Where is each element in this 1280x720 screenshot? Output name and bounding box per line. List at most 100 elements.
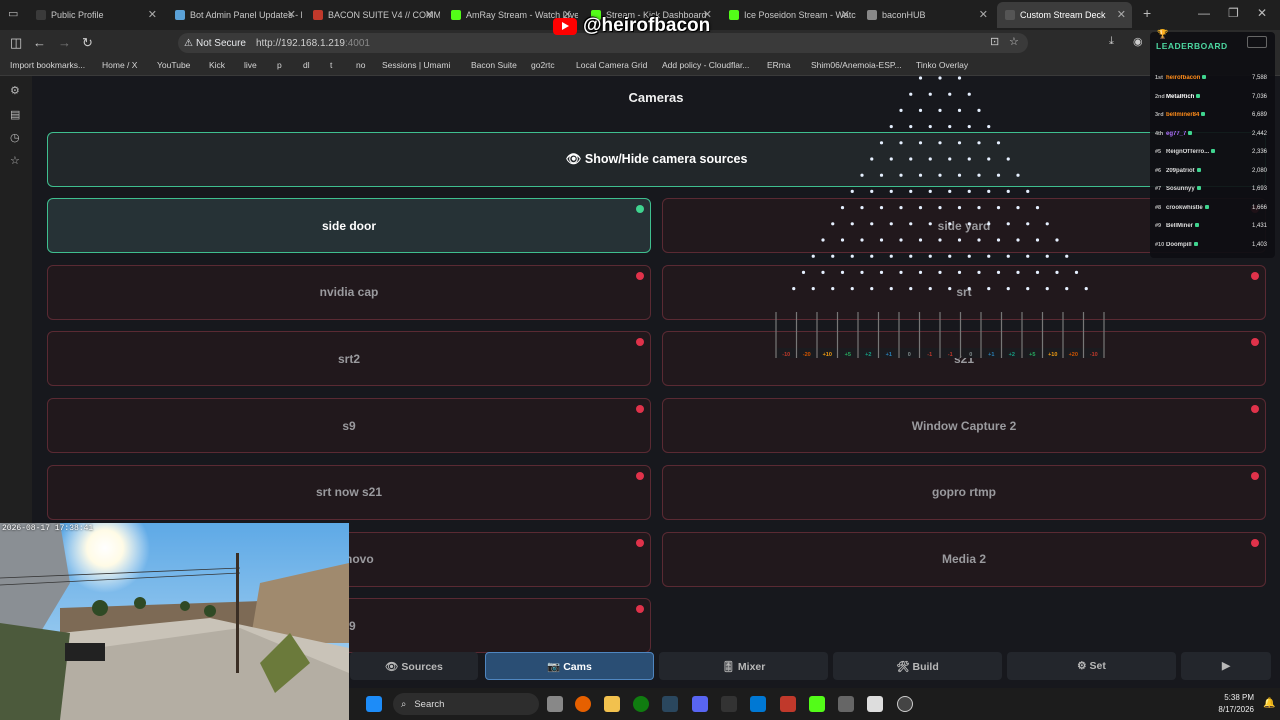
reading-list-icon[interactable]: ▤	[10, 108, 20, 121]
xbox-icon[interactable]	[633, 696, 649, 712]
bookmark-item[interactable]: live	[244, 60, 257, 70]
bookmark-item[interactable]: Bacon Suite	[471, 60, 517, 70]
taskbar-search[interactable]: ⌕ Search	[393, 693, 539, 715]
camera-source-button[interactable]: Window Capture 2	[662, 398, 1266, 454]
camera-source-button[interactable]: s9	[47, 398, 651, 454]
bookmark-item[interactable]: YouTube	[157, 60, 190, 70]
terminal-icon[interactable]	[721, 696, 737, 712]
plinko-peg	[889, 125, 893, 129]
app-icon[interactable]	[780, 696, 796, 712]
new-tab-button[interactable]: +	[1143, 5, 1151, 21]
reload-button[interactable]: ↻	[82, 35, 93, 51]
bookmark-item[interactable]: p	[277, 60, 282, 70]
plinko-peg	[909, 287, 913, 291]
tab-close-icon[interactable]: ✕	[841, 8, 850, 21]
plinko-peg	[918, 173, 923, 177]
browser-tab[interactable]: Custom Stream Deck ✕	[997, 2, 1132, 28]
back-button[interactable]: ←	[33, 35, 46, 50]
nav-tab[interactable]: ⚙ Set	[1007, 652, 1176, 680]
nav-tab[interactable]: ▶	[1181, 652, 1271, 680]
vscode-icon[interactable]	[750, 696, 766, 712]
bookmark-star-icon[interactable]: ☆	[1009, 35, 1019, 48]
discord-icon[interactable]	[692, 696, 708, 712]
notification-icon[interactable]: 🔔	[1263, 698, 1275, 709]
nav-tab[interactable]: 📷 Cams	[485, 652, 654, 680]
camera-label: s9	[342, 418, 356, 433]
close-window-button[interactable]: ✕	[1257, 6, 1267, 20]
settings-icon[interactable]: ⚙	[10, 84, 20, 97]
bookmark-item[interactable]: Import bookmarks...	[10, 60, 85, 70]
bookmark-item[interactable]: Local Camera Grid	[576, 60, 647, 70]
kick-icon[interactable]	[809, 696, 825, 712]
bookmark-item[interactable]: go2rtc	[531, 60, 555, 70]
install-app-icon[interactable]: ⊡	[990, 35, 999, 48]
restore-button[interactable]: ❐	[1228, 6, 1239, 20]
bookmark-item[interactable]: t	[330, 60, 332, 70]
browser-tab[interactable]: Ice Poseidon Stream - Watc ✕	[721, 2, 856, 28]
camera-source-button[interactable]: side door	[47, 198, 651, 253]
firefox-icon[interactable]	[575, 696, 591, 712]
leaderboard-name-text: Sosunnyy	[1166, 186, 1195, 192]
bookmark-item[interactable]: Kick	[209, 60, 225, 70]
sidebar-toggle-icon[interactable]: ◫	[10, 35, 22, 51]
tab-close-icon[interactable]: ✕	[148, 8, 157, 21]
favorites-icon[interactable]: ☆	[10, 154, 20, 167]
bookmark-item[interactable]: Add policy - Cloudflar...	[662, 60, 749, 70]
downloads-icon[interactable]: ⤓	[1109, 35, 1114, 48]
bookmark-item[interactable]: Tinko Overlay	[916, 60, 968, 70]
app-icon-2[interactable]	[838, 696, 854, 712]
camera-source-button[interactable]: srt now s21	[47, 464, 651, 520]
bookmark-item[interactable]: Sessions | Umami	[382, 60, 450, 70]
windows-start-icon[interactable]	[366, 696, 382, 712]
tab-close-icon[interactable]: ✕	[979, 8, 988, 21]
tab-close-icon[interactable]: ✕	[287, 8, 296, 21]
nav-tab[interactable]: 🎚 Mixer	[659, 652, 828, 680]
tab-favicon-icon	[313, 10, 323, 20]
plinko-peg	[831, 287, 835, 291]
browser-tab[interactable]: Public Profile ✕	[28, 2, 163, 28]
bookmark-item[interactable]: Home / X	[102, 60, 137, 70]
status-dot	[636, 338, 644, 347]
nav-tab[interactable]: 🛠 Build	[833, 652, 1002, 680]
camera-source-button[interactable]: Media 2	[662, 531, 1266, 587]
leaderboard-name: heirofbacon	[1166, 75, 1252, 81]
plinko-peg	[1045, 254, 1049, 258]
camera-source-button[interactable]: srt2	[47, 331, 651, 387]
camera-source-button[interactable]: nvidia cap	[47, 264, 651, 320]
tab-actions-icon[interactable]: ▭	[8, 7, 18, 20]
browser-tab[interactable]: baconHUB ✕	[859, 2, 994, 28]
plinko-peg	[977, 206, 981, 210]
tab-close-icon[interactable]: ✕	[425, 8, 434, 21]
profile-icon[interactable]: ◉	[1133, 35, 1143, 48]
history-icon[interactable]: ◷	[10, 131, 20, 144]
bookmark-item[interactable]: no	[356, 60, 365, 70]
task-view-icon[interactable]	[547, 696, 563, 712]
clock-date[interactable]: 8/17/2026	[1204, 705, 1254, 714]
plinko-peg	[957, 270, 962, 274]
browser-tab[interactable]: BACON SUITE V4 // COMMA ✕	[305, 2, 440, 28]
badge-icon	[1195, 223, 1200, 227]
plinko-peg	[928, 222, 932, 226]
browser-tab[interactable]: Bot Admin Panel Updates - E ✕	[167, 2, 302, 28]
camera-label: Window Capture 2	[911, 418, 1017, 433]
security-indicator[interactable]: Not Secure	[196, 38, 246, 49]
forward-button[interactable]: →	[58, 35, 71, 50]
tab-favicon-icon	[451, 10, 461, 20]
camera-source-button[interactable]: gopro rtmp	[662, 464, 1266, 520]
bookmark-item[interactable]: ERma	[767, 60, 791, 70]
bookmark-item[interactable]: dl	[303, 60, 310, 70]
plinko-peg	[840, 206, 845, 210]
minimize-button[interactable]: —	[1198, 6, 1210, 20]
file-explorer-icon[interactable]	[604, 696, 620, 712]
tab-close-icon[interactable]: ✕	[1117, 8, 1126, 21]
plinko-peg	[870, 222, 874, 226]
plinko-peg	[938, 141, 942, 145]
nav-tab[interactable]: 👁 Sources	[350, 652, 478, 680]
obs-icon[interactable]	[897, 696, 913, 712]
camera-label: Media 2	[941, 552, 986, 566]
bookmark-item[interactable]: Shim06/Anemoia-ESP...	[811, 60, 902, 70]
plinko-peg	[889, 189, 893, 193]
app-icon-3[interactable]	[867, 696, 883, 712]
steam-icon[interactable]	[662, 696, 678, 712]
clock-time[interactable]: 5:38 PM	[1214, 693, 1254, 702]
